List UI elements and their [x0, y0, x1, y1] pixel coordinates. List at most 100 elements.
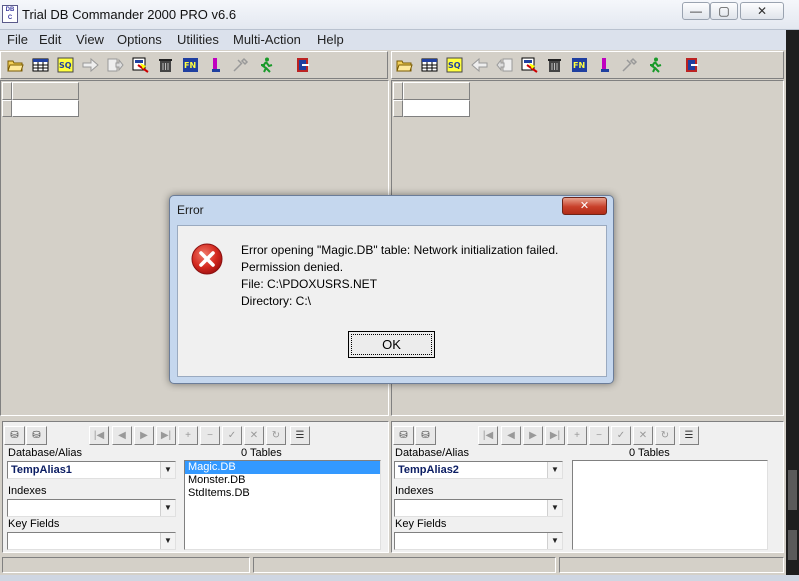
database-alias-select[interactable]: TempAlias1 ▼: [7, 461, 176, 479]
nav-post-button[interactable]: ✓: [611, 426, 631, 445]
chevron-down-icon[interactable]: ▼: [160, 462, 175, 478]
open-folder-icon[interactable]: [7, 57, 24, 73]
grid-column-header[interactable]: [12, 82, 79, 100]
nav-delete-button[interactable]: −: [200, 426, 220, 445]
tools-icon[interactable]: [232, 57, 249, 73]
nav-options-button[interactable]: ☰: [290, 426, 310, 445]
filter-icon[interactable]: [132, 57, 149, 73]
grid-cell[interactable]: [403, 100, 470, 117]
menu-multi-action[interactable]: Multi-Action: [233, 32, 301, 47]
tables-count: 0 Tables: [629, 447, 670, 459]
indexes-select[interactable]: ▼: [7, 499, 176, 517]
nav-last-button[interactable]: ▶|: [545, 426, 565, 445]
tools-icon[interactable]: [621, 57, 638, 73]
key-fields-select[interactable]: ▼: [7, 532, 176, 550]
status-bar: [0, 556, 786, 574]
minimize-button[interactable]: —: [682, 2, 710, 20]
open-folder-icon[interactable]: [396, 57, 413, 73]
menu-help[interactable]: Help: [317, 32, 344, 47]
dialog-close-button[interactable]: ✕: [562, 197, 607, 215]
maximize-button[interactable]: ▢: [710, 2, 738, 20]
chevron-down-icon[interactable]: ▼: [547, 462, 562, 478]
nav-insert-button[interactable]: +: [178, 426, 198, 445]
menu-utilities[interactable]: Utilities: [177, 32, 219, 47]
table-list-item[interactable]: StdItems.DB: [185, 487, 380, 500]
database-alias-select[interactable]: TempAlias2 ▼: [394, 461, 563, 479]
nav-cancel-button[interactable]: ✕: [633, 426, 653, 445]
app-icon[interactable]: DB C: [2, 5, 18, 23]
window-title: Trial DB Commander 2000 PRO v6.6: [22, 7, 237, 22]
menu-edit[interactable]: Edit: [39, 32, 61, 47]
nav-refresh-button[interactable]: ↻: [266, 426, 286, 445]
nav-first-button[interactable]: |◀: [478, 426, 498, 445]
chevron-down-icon[interactable]: ▼: [547, 533, 562, 549]
nav-options-button[interactable]: ☰: [679, 426, 699, 445]
nav-prior-button[interactable]: ◀: [112, 426, 132, 445]
field-structure-icon[interactable]: FN: [182, 57, 199, 73]
exit-icon[interactable]: [294, 57, 311, 73]
grid-column-header[interactable]: [403, 82, 470, 100]
nav-refresh-button[interactable]: ↻: [655, 426, 675, 445]
export-icon[interactable]: [107, 57, 124, 73]
chevron-down-icon[interactable]: ▼: [160, 500, 175, 516]
nav-last-button[interactable]: ▶|: [156, 426, 176, 445]
chevron-down-icon[interactable]: ▼: [160, 533, 175, 549]
error-dialog: Error ✕ Error opening "Magic.DB" table: …: [169, 195, 614, 384]
nav-cancel-button[interactable]: ✕: [244, 426, 264, 445]
sql-query-icon[interactable]: SQ: [57, 57, 74, 73]
database-alias-value: TempAlias2: [398, 464, 459, 476]
import-icon[interactable]: [496, 57, 513, 73]
tables-list[interactable]: Magic.DB Monster.DB StdItems.DB: [184, 460, 381, 550]
filter-icon[interactable]: [521, 57, 538, 73]
tables-list[interactable]: [572, 460, 768, 550]
error-message-line: Permission denied.: [241, 260, 344, 274]
menu-bar: File Edit View Options Utilities Multi-A…: [0, 30, 786, 50]
key-fields-select[interactable]: ▼: [394, 532, 563, 550]
arrow-right-icon[interactable]: [82, 57, 99, 73]
menu-file[interactable]: File: [7, 32, 28, 47]
grid-header: [2, 82, 80, 118]
field-structure-icon[interactable]: FN: [571, 57, 588, 73]
grid-cell[interactable]: [12, 100, 79, 117]
menu-view[interactable]: View: [76, 32, 104, 47]
table-grid-icon[interactable]: [421, 57, 438, 73]
right-database-panel: ⛁ ⛁ |◀ ◀ ▶ ▶| + − ✓ ✕ ↻ ☰ Database/Alias…: [391, 421, 784, 553]
run-icon[interactable]: [257, 57, 274, 73]
exit-icon[interactable]: [683, 57, 700, 73]
db-navigator: ⛁ ⛁ |◀ ◀ ▶ ▶| + − ✓ ✕ ↻ ☰: [392, 424, 783, 446]
run-icon[interactable]: [646, 57, 663, 73]
nav-prior-button[interactable]: ◀: [501, 426, 521, 445]
grid-row-indicator[interactable]: [2, 100, 12, 117]
table-list-item[interactable]: Monster.DB: [185, 474, 380, 487]
open-db-icon[interactable]: ⛁: [4, 426, 25, 445]
sql-query-icon[interactable]: SQ: [446, 57, 463, 73]
grid-row-indicator[interactable]: [393, 100, 403, 117]
database-alias-label: Database/Alias: [395, 447, 469, 459]
nav-delete-button[interactable]: −: [589, 426, 609, 445]
trash-icon[interactable]: [546, 57, 563, 73]
indexes-select[interactable]: ▼: [394, 499, 563, 517]
lowercase-l-icon[interactable]: [207, 57, 224, 73]
nav-first-button[interactable]: |◀: [89, 426, 109, 445]
table-grid-icon[interactable]: [32, 57, 49, 73]
open-db-icon[interactable]: ⛁: [393, 426, 414, 445]
trash-icon[interactable]: [157, 57, 174, 73]
table-list-item[interactable]: Magic.DB: [185, 461, 380, 474]
nav-next-button[interactable]: ▶: [134, 426, 154, 445]
chevron-down-icon[interactable]: ▼: [547, 500, 562, 516]
status-section: [253, 557, 556, 573]
indexes-label: Indexes: [8, 485, 47, 497]
arrow-left-icon[interactable]: [471, 57, 488, 73]
menu-options[interactable]: Options: [117, 32, 162, 47]
close-db-icon[interactable]: ⛁: [415, 426, 436, 445]
nav-post-button[interactable]: ✓: [222, 426, 242, 445]
svg-text:SQ: SQ: [59, 61, 72, 70]
error-message-line: File: C:\PDOXUSRS.NET: [241, 277, 378, 291]
close-db-icon[interactable]: ⛁: [26, 426, 47, 445]
ok-button[interactable]: OK: [348, 331, 435, 358]
key-fields-label: Key Fields: [8, 518, 60, 530]
nav-insert-button[interactable]: +: [567, 426, 587, 445]
nav-next-button[interactable]: ▶: [523, 426, 543, 445]
close-window-button[interactable]: ✕: [740, 2, 784, 20]
lowercase-l-icon[interactable]: [596, 57, 613, 73]
